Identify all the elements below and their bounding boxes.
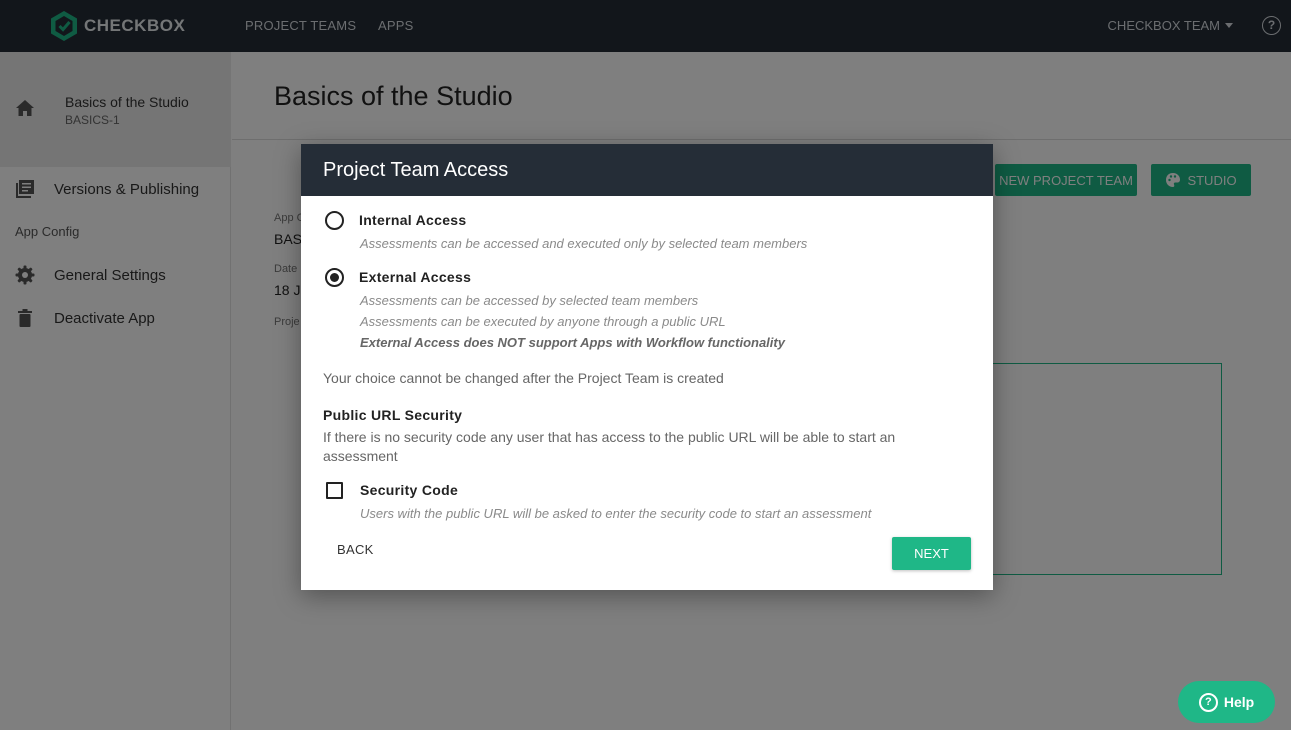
project-team-access-dialog: Project Team Access Internal Access Asse… bbox=[301, 144, 993, 590]
help-button[interactable]: ? Help bbox=[1178, 681, 1275, 723]
external-access-description-1: Assessments can be accessed by selected … bbox=[360, 293, 699, 308]
external-access-label[interactable]: External Access bbox=[359, 269, 471, 285]
internal-access-description: Assessments can be accessed and executed… bbox=[360, 236, 808, 251]
help-button-label: Help bbox=[1223, 694, 1255, 710]
security-code-description: Users with the public URL will be asked … bbox=[360, 506, 872, 521]
question-circle-icon: ? bbox=[1198, 692, 1218, 712]
security-code-label[interactable]: Security Code bbox=[360, 482, 458, 498]
back-button[interactable]: BACK bbox=[337, 542, 374, 557]
external-access-radio[interactable] bbox=[325, 268, 344, 287]
choice-permanent-note: Your choice cannot be changed after the … bbox=[323, 370, 724, 386]
dialog-title: Project Team Access bbox=[323, 159, 509, 181]
external-access-warning: External Access does NOT support Apps wi… bbox=[360, 335, 785, 350]
internal-access-radio[interactable] bbox=[325, 211, 344, 230]
public-url-security-description: If there is no security code any user th… bbox=[323, 429, 896, 464]
next-button[interactable]: NEXT bbox=[892, 537, 971, 570]
security-code-checkbox[interactable] bbox=[326, 482, 343, 499]
internal-access-label[interactable]: Internal Access bbox=[359, 212, 466, 228]
public-url-security-title: Public URL Security bbox=[323, 407, 463, 423]
external-access-description-2: Assessments can be executed by anyone th… bbox=[360, 314, 726, 329]
dialog-header: Project Team Access bbox=[301, 144, 993, 196]
